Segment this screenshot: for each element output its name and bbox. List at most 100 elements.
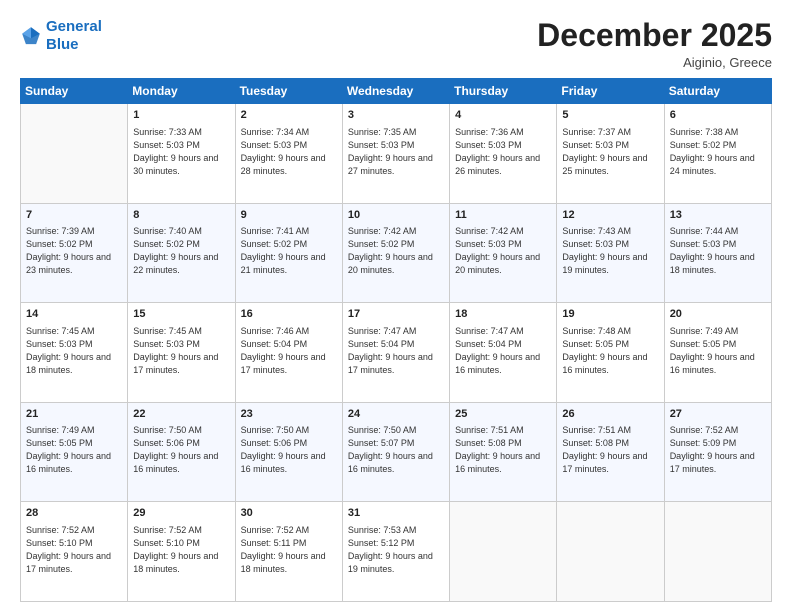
day-number: 23 [241,407,337,422]
cell-info: Sunrise: 7:38 AM Sunset: 5:02 PM Dayligh… [670,126,766,178]
day-number: 28 [26,506,122,521]
calendar-week-row: 7 Sunrise: 7:39 AM Sunset: 5:02 PM Daylig… [21,203,772,303]
logo: General Blue [20,18,102,54]
calendar-week-row: 21 Sunrise: 7:49 AM Sunset: 5:05 PM Dayli… [21,402,772,502]
calendar-cell: 16Sunrise: 7:46 AM Sunset: 5:04 PM Dayli… [235,303,342,403]
cell-info: Sunrise: 7:40 AM Sunset: 5:02 PM Dayligh… [133,225,229,277]
logo-icon [20,25,42,47]
day-number: 8 [133,208,229,223]
col-header-thursday: Thursday [450,79,557,104]
col-header-tuesday: Tuesday [235,79,342,104]
calendar-cell: 2Sunrise: 7:34 AM Sunset: 5:03 PM Daylig… [235,104,342,204]
cell-info: Sunrise: 7:52 AM Sunset: 5:10 PM Dayligh… [26,524,122,576]
col-header-saturday: Saturday [664,79,771,104]
calendar-cell: 23 Sunrise: 7:50 AM Sunset: 5:06 PM Dayli… [235,402,342,502]
calendar-cell: 10 Sunrise: 7:42 AM Sunset: 5:02 PM Dayli… [342,203,449,303]
location: Aiginio, Greece [537,55,772,70]
calendar-cell: 8 Sunrise: 7:40 AM Sunset: 5:02 PM Daylig… [128,203,235,303]
cell-info: Sunrise: 7:36 AM Sunset: 5:03 PM Dayligh… [455,126,551,178]
calendar-cell: 5Sunrise: 7:37 AM Sunset: 5:03 PM Daylig… [557,104,664,204]
cell-info: Sunrise: 7:33 AM Sunset: 5:03 PM Dayligh… [133,126,229,178]
day-number: 7 [26,208,122,223]
calendar-cell: 25 Sunrise: 7:51 AM Sunset: 5:08 PM Dayli… [450,402,557,502]
cell-info: Sunrise: 7:47 AM Sunset: 5:04 PM Dayligh… [348,325,444,377]
day-number: 27 [670,407,766,422]
cell-info: Sunrise: 7:49 AM Sunset: 5:05 PM Dayligh… [670,325,766,377]
day-number: 25 [455,407,551,422]
cell-info: Sunrise: 7:35 AM Sunset: 5:03 PM Dayligh… [348,126,444,178]
cell-info: Sunrise: 7:52 AM Sunset: 5:09 PM Dayligh… [670,424,766,476]
cell-info: Sunrise: 7:50 AM Sunset: 5:07 PM Dayligh… [348,424,444,476]
cell-info: Sunrise: 7:42 AM Sunset: 5:02 PM Dayligh… [348,225,444,277]
calendar-cell [557,502,664,602]
month-title: December 2025 [537,18,772,53]
calendar-cell: 26 Sunrise: 7:51 AM Sunset: 5:08 PM Dayli… [557,402,664,502]
calendar-cell: 14 Sunrise: 7:45 AM Sunset: 5:03 PM Dayli… [21,303,128,403]
cell-info: Sunrise: 7:39 AM Sunset: 5:02 PM Dayligh… [26,225,122,277]
cell-info: Sunrise: 7:48 AM Sunset: 5:05 PM Dayligh… [562,325,658,377]
calendar-cell: 6Sunrise: 7:38 AM Sunset: 5:02 PM Daylig… [664,104,771,204]
day-number: 21 [26,407,122,422]
header: General Blue December 2025 Aiginio, Gree… [20,18,772,70]
calendar-cell: 12Sunrise: 7:43 AM Sunset: 5:03 PM Dayli… [557,203,664,303]
calendar-cell: 29Sunrise: 7:52 AM Sunset: 5:10 PM Dayli… [128,502,235,602]
day-number: 15 [133,307,229,322]
logo-blue: Blue [46,36,79,53]
cell-info: Sunrise: 7:43 AM Sunset: 5:03 PM Dayligh… [562,225,658,277]
logo-text: General Blue [46,18,102,54]
day-number: 26 [562,407,658,422]
calendar-week-row: 28 Sunrise: 7:52 AM Sunset: 5:10 PM Dayli… [21,502,772,602]
calendar-cell: 19 Sunrise: 7:48 AM Sunset: 5:05 PM Dayli… [557,303,664,403]
calendar-cell: 15 Sunrise: 7:45 AM Sunset: 5:03 PM Dayli… [128,303,235,403]
day-number: 31 [348,506,444,521]
day-number: 5 [562,108,658,123]
cell-info: Sunrise: 7:50 AM Sunset: 5:06 PM Dayligh… [133,424,229,476]
cell-info: Sunrise: 7:52 AM Sunset: 5:11 PM Dayligh… [241,524,337,576]
calendar-cell: 9Sunrise: 7:41 AM Sunset: 5:02 PM Daylig… [235,203,342,303]
calendar-cell: 17 Sunrise: 7:47 AM Sunset: 5:04 PM Dayli… [342,303,449,403]
day-number: 14 [26,307,122,322]
page: General Blue December 2025 Aiginio, Gree… [0,0,792,612]
day-number: 10 [348,208,444,223]
calendar-cell: 11 Sunrise: 7:42 AM Sunset: 5:03 PM Dayli… [450,203,557,303]
calendar-cell: 22Sunrise: 7:50 AM Sunset: 5:06 PM Dayli… [128,402,235,502]
calendar-cell: 4 Sunrise: 7:36 AM Sunset: 5:03 PM Daylig… [450,104,557,204]
day-number: 11 [455,208,551,223]
day-number: 2 [241,108,337,123]
cell-info: Sunrise: 7:41 AM Sunset: 5:02 PM Dayligh… [241,225,337,277]
col-header-friday: Friday [557,79,664,104]
title-block: December 2025 Aiginio, Greece [537,18,772,70]
day-number: 19 [562,307,658,322]
cell-info: Sunrise: 7:45 AM Sunset: 5:03 PM Dayligh… [133,325,229,377]
cell-info: Sunrise: 7:44 AM Sunset: 5:03 PM Dayligh… [670,225,766,277]
day-number: 17 [348,307,444,322]
calendar-cell: 1 Sunrise: 7:33 AM Sunset: 5:03 PM Daylig… [128,104,235,204]
day-number: 20 [670,307,766,322]
logo-general: General [46,18,102,35]
day-number: 3 [348,108,444,123]
calendar-cell: 18Sunrise: 7:47 AM Sunset: 5:04 PM Dayli… [450,303,557,403]
calendar-header-row: SundayMondayTuesdayWednesdayThursdayFrid… [21,79,772,104]
cell-info: Sunrise: 7:51 AM Sunset: 5:08 PM Dayligh… [455,424,551,476]
calendar-cell: 28 Sunrise: 7:52 AM Sunset: 5:10 PM Dayli… [21,502,128,602]
cell-info: Sunrise: 7:51 AM Sunset: 5:08 PM Dayligh… [562,424,658,476]
calendar-cell: 13 Sunrise: 7:44 AM Sunset: 5:03 PM Dayli… [664,203,771,303]
calendar-cell [450,502,557,602]
calendar-cell: 27 Sunrise: 7:52 AM Sunset: 5:09 PM Dayli… [664,402,771,502]
cell-info: Sunrise: 7:45 AM Sunset: 5:03 PM Dayligh… [26,325,122,377]
cell-info: Sunrise: 7:42 AM Sunset: 5:03 PM Dayligh… [455,225,551,277]
calendar-cell: 3 Sunrise: 7:35 AM Sunset: 5:03 PM Daylig… [342,104,449,204]
calendar-cell: 24Sunrise: 7:50 AM Sunset: 5:07 PM Dayli… [342,402,449,502]
calendar-cell: 30 Sunrise: 7:52 AM Sunset: 5:11 PM Dayli… [235,502,342,602]
calendar-cell: 7 Sunrise: 7:39 AM Sunset: 5:02 PM Daylig… [21,203,128,303]
day-number: 1 [133,108,229,123]
day-number: 30 [241,506,337,521]
cell-info: Sunrise: 7:49 AM Sunset: 5:05 PM Dayligh… [26,424,122,476]
day-number: 4 [455,108,551,123]
calendar-table: SundayMondayTuesdayWednesdayThursdayFrid… [20,78,772,602]
day-number: 13 [670,208,766,223]
col-header-wednesday: Wednesday [342,79,449,104]
cell-info: Sunrise: 7:47 AM Sunset: 5:04 PM Dayligh… [455,325,551,377]
cell-info: Sunrise: 7:50 AM Sunset: 5:06 PM Dayligh… [241,424,337,476]
cell-info: Sunrise: 7:46 AM Sunset: 5:04 PM Dayligh… [241,325,337,377]
